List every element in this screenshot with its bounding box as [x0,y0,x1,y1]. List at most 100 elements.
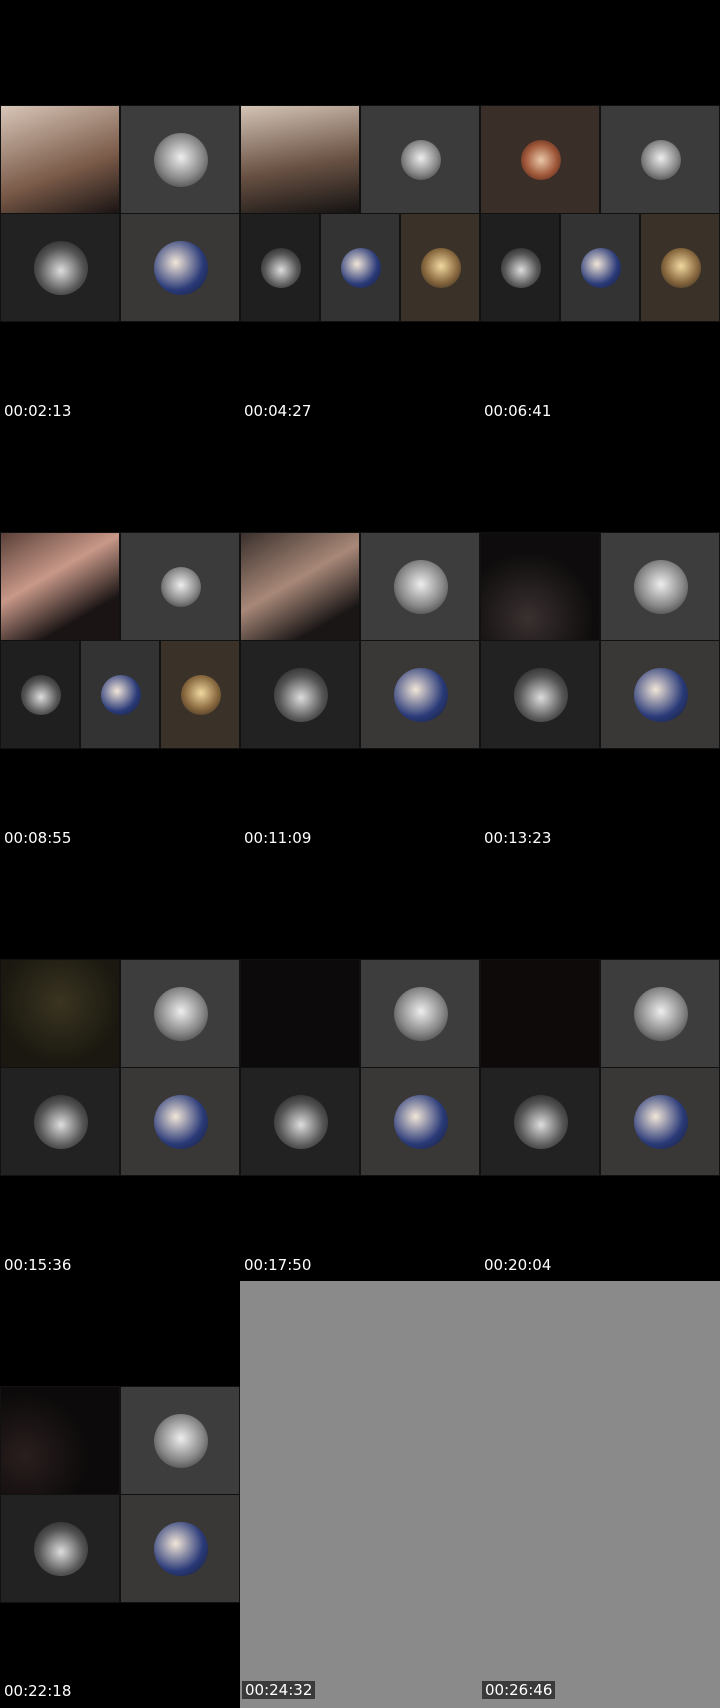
avatar [394,987,448,1041]
avatar [154,1522,208,1576]
video-tile [0,1067,120,1176]
video-tile-main [240,105,360,214]
video-tile [320,213,400,322]
frame-5[interactable]: 00:11:09 [240,427,480,854]
video-tile [360,532,480,641]
avatar [514,1095,568,1149]
call-grid [0,1386,240,1603]
avatar [521,140,561,180]
video-tile [480,105,600,214]
avatar [34,1522,88,1576]
avatar [21,675,61,715]
timestamp: 00:02:13 [4,402,72,420]
frame-1[interactable]: 00:02:13 [0,0,240,427]
video-tile [360,959,480,1068]
video-tile [600,105,720,214]
avatar [154,987,208,1041]
video-tile-main [240,959,360,1068]
video-tile-main [480,532,600,641]
avatar [154,1095,208,1149]
avatar [634,560,688,614]
call-grid [0,105,240,322]
avatar [514,668,568,722]
call-grid [0,532,240,749]
video-tile [240,213,320,322]
frame-4[interactable]: 00:08:55 [0,427,240,854]
video-tile-main [0,105,120,214]
avatar [181,675,221,715]
avatar [101,675,141,715]
frame-9[interactable]: 00:20:04 [480,854,720,1281]
avatar [274,1095,328,1149]
call-grid [480,532,720,749]
video-tile [600,1067,720,1176]
avatar [154,1414,208,1468]
video-tile [120,1494,240,1603]
frame-10[interactable]: 00:22:18 [0,1281,240,1708]
avatar [154,241,208,295]
video-tile [600,640,720,749]
timestamp: 00:22:18 [4,1682,72,1700]
video-tile [480,640,600,749]
video-tile [600,532,720,641]
video-tile [0,213,120,322]
avatar [394,1095,448,1149]
video-tile [600,959,720,1068]
avatar [634,1095,688,1149]
frame-6[interactable]: 00:13:23 [480,427,720,854]
video-tile-main [0,959,120,1068]
avatar [634,668,688,722]
avatar [641,140,681,180]
video-tile [80,640,160,749]
avatar [274,668,328,722]
video-tile [480,213,560,322]
frame-3[interactable]: 00:06:41 [480,0,720,427]
frame-8[interactable]: 00:17:50 [240,854,480,1281]
video-tile [560,213,640,322]
video-tile [0,1494,120,1603]
video-tile [0,640,80,749]
frame-7[interactable]: 00:15:36 [0,854,240,1281]
avatar [401,140,441,180]
contact-sheet: 00:02:13 00:04:27 00:06:41 00:08:55 00:1… [0,0,720,1708]
timestamp: 00:13:23 [484,829,552,847]
call-grid [0,959,240,1176]
avatar [661,248,701,288]
blank-frame [240,1281,480,1708]
avatar [154,133,208,187]
video-tile [360,640,480,749]
video-tile [120,959,240,1068]
avatar [581,248,621,288]
timestamp: 00:17:50 [244,1256,312,1274]
timestamp: 00:08:55 [4,829,72,847]
video-tile [240,1067,360,1176]
frame-2[interactable]: 00:04:27 [240,0,480,427]
call-grid [240,105,480,322]
avatar [394,668,448,722]
blank-frame [480,1281,720,1708]
avatar [34,241,88,295]
call-grid [240,959,480,1176]
frame-11[interactable]: 00:24:32 [240,1281,480,1708]
video-tile [120,532,240,641]
call-grid [480,959,720,1176]
frame-12[interactable]: 00:26:46 [480,1281,720,1708]
call-grid [240,532,480,749]
video-tile [120,1067,240,1176]
video-tile-main [0,532,120,641]
call-grid [480,105,720,322]
video-tile [360,105,480,214]
timestamp: 00:26:46 [482,1681,556,1699]
video-tile [160,640,240,749]
avatar [261,248,301,288]
avatar [394,560,448,614]
avatar [34,1095,88,1149]
video-tile [120,1386,240,1495]
timestamp: 00:04:27 [244,402,312,420]
video-tile [640,213,720,322]
video-tile [240,640,360,749]
avatar [421,248,461,288]
video-tile [360,1067,480,1176]
video-tile [120,213,240,322]
video-tile [480,1067,600,1176]
